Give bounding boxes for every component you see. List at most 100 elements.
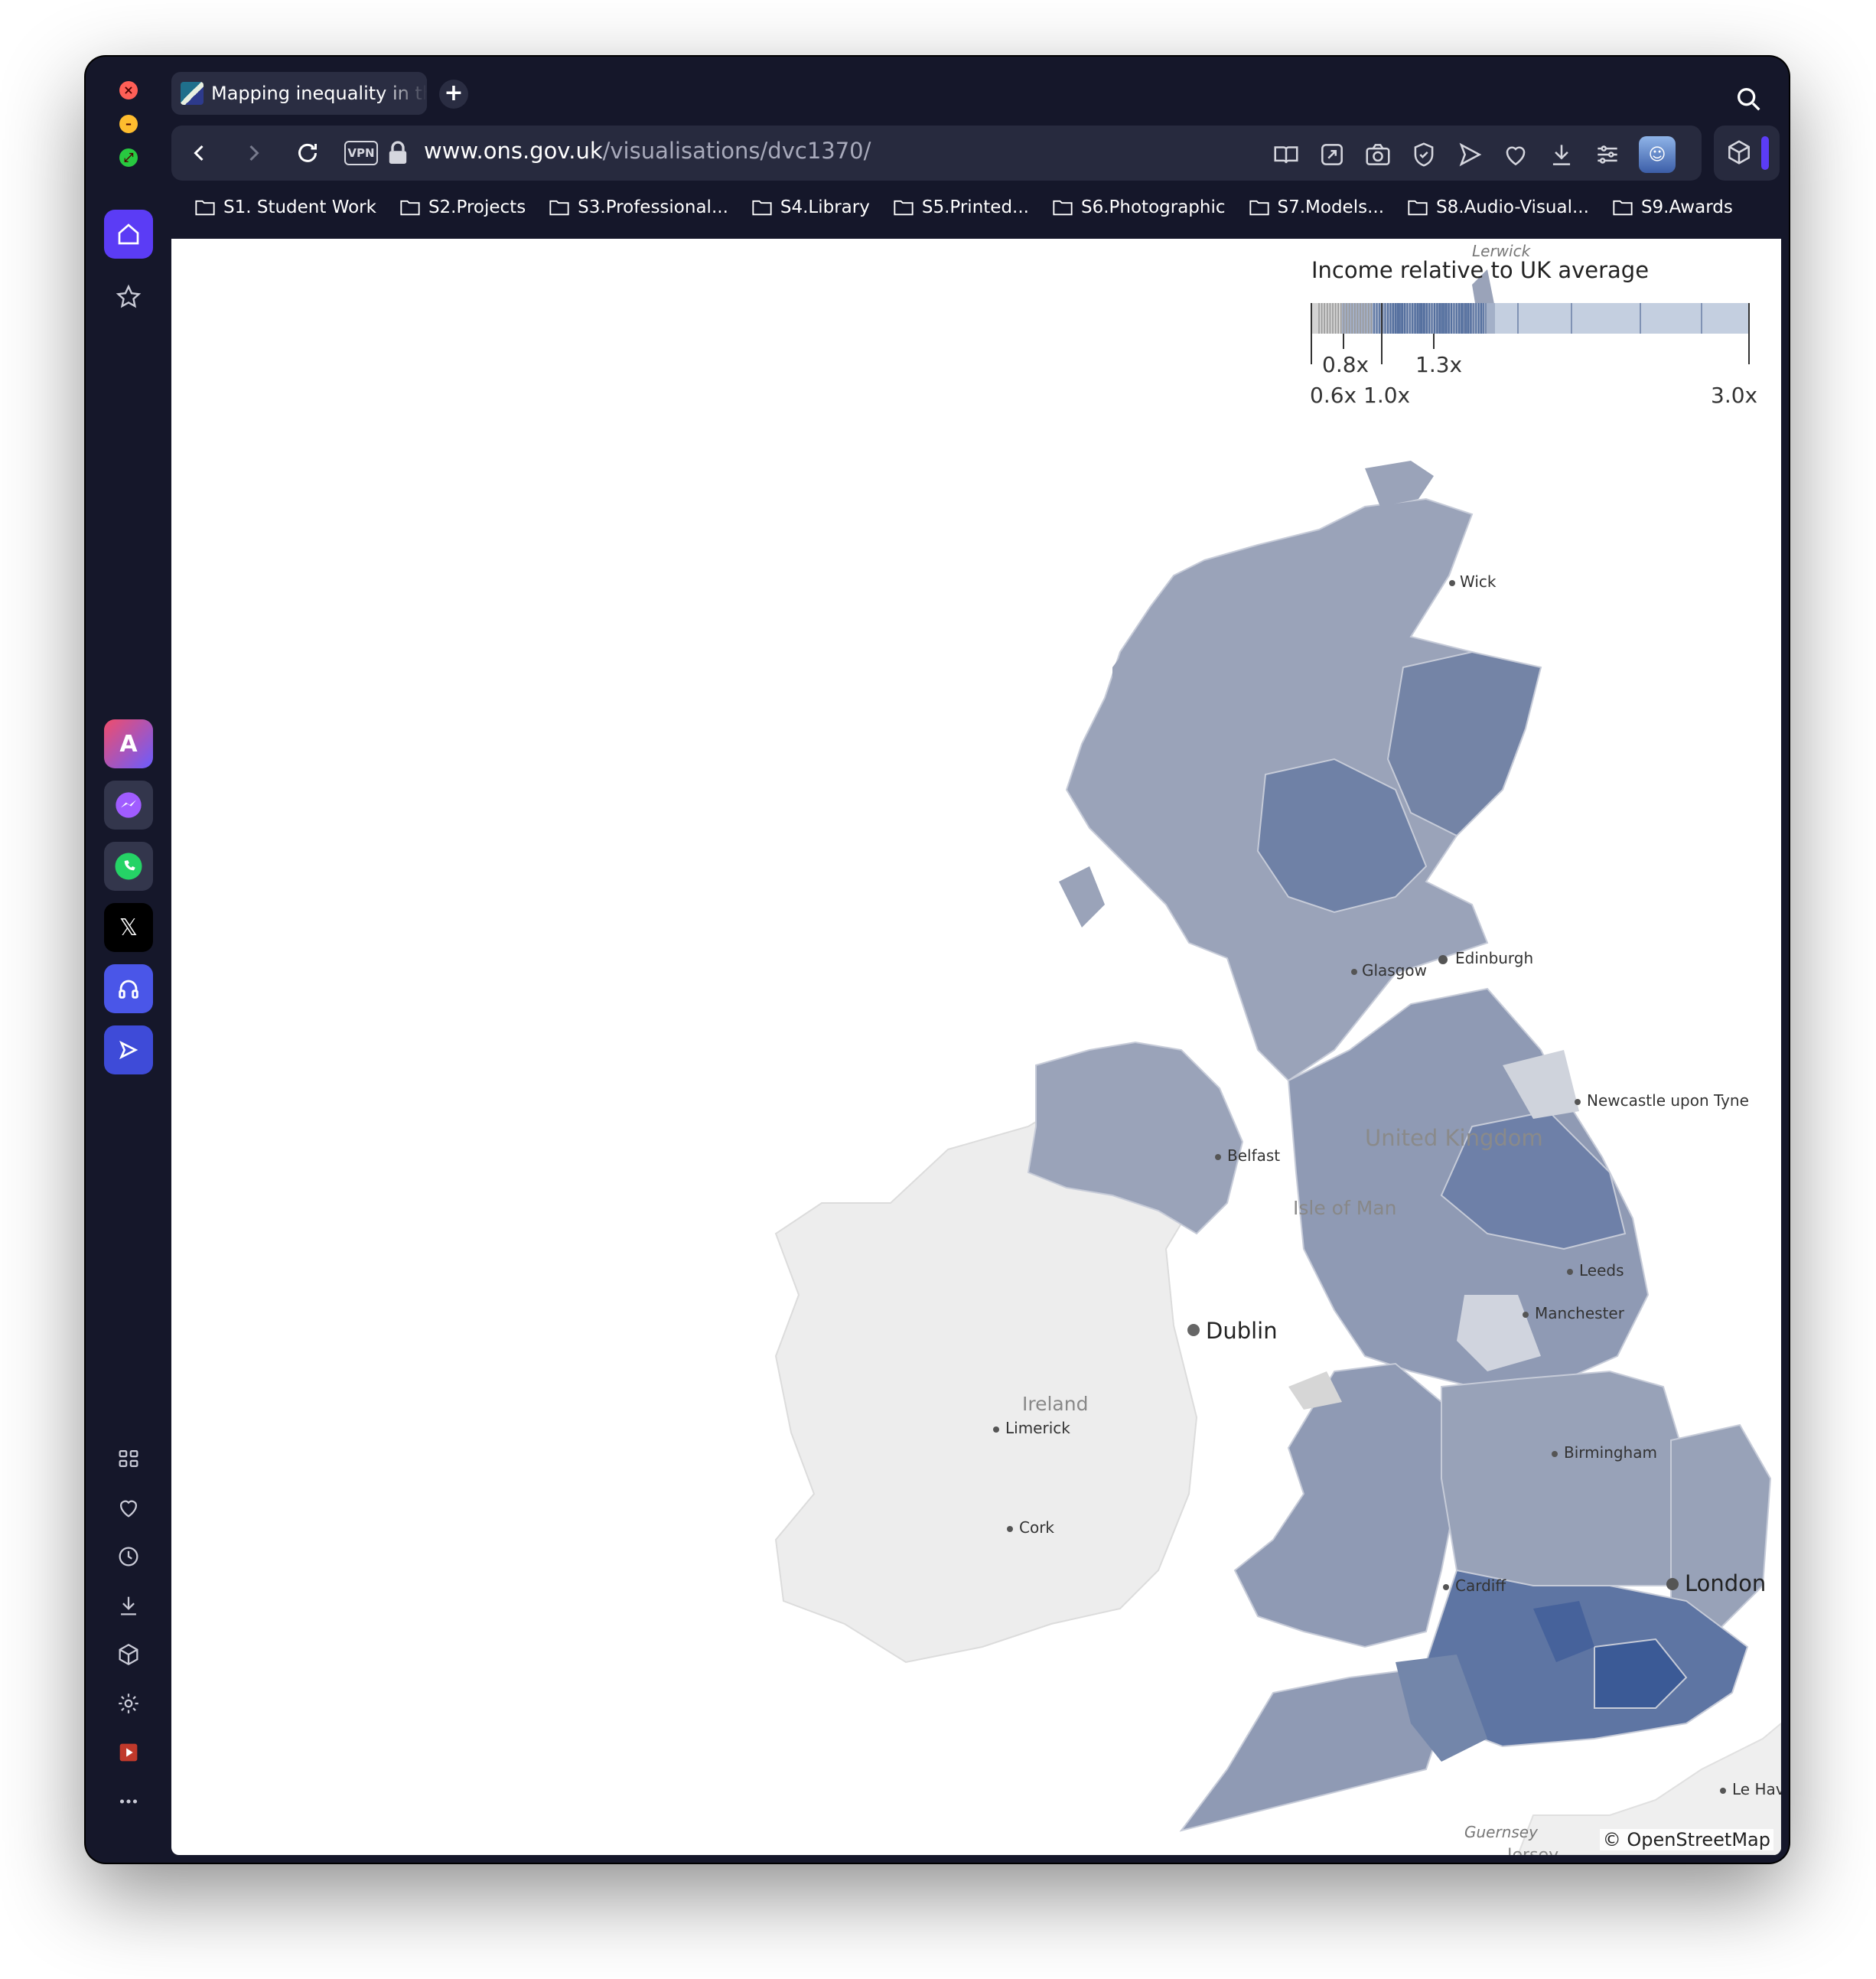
share-icon[interactable] — [1317, 140, 1347, 169]
whatsapp-icon — [104, 842, 153, 891]
legend: Income relative to UK average 0.8x 1.3x … — [1310, 257, 1763, 425]
label-le-havre: Le Havre — [1732, 1780, 1781, 1798]
choropleth-map[interactable] — [171, 239, 1781, 1855]
aberdeenshire-region — [1386, 650, 1542, 837]
label-glasgow: Glasgow — [1362, 961, 1428, 980]
dublin-dot — [1187, 1324, 1200, 1336]
settings-button[interactable] — [109, 1684, 148, 1723]
sidebar-app-x[interactable]: 𝕏 — [104, 903, 153, 952]
newcastle-dot — [1575, 1099, 1581, 1105]
map-viewport[interactable]: Income relative to UK average 0.8x 1.3x … — [171, 239, 1781, 1855]
folder-icon — [1249, 200, 1269, 216]
heart-icon[interactable] — [1501, 140, 1530, 169]
leeds-dot — [1567, 1269, 1573, 1275]
tab-search-icon[interactable] — [1734, 84, 1764, 115]
player-button[interactable] — [109, 1733, 148, 1772]
extensions-panel[interactable] — [1714, 126, 1780, 181]
browser-window: × – ⤢ A 𝕏 Mapping inequality in the + VP… — [86, 57, 1789, 1863]
reader-view-icon[interactable] — [1272, 140, 1301, 169]
downloads-button[interactable] — [109, 1586, 148, 1625]
shield-icon[interactable] — [1409, 140, 1438, 169]
folder-icon — [400, 200, 420, 216]
bookmark-label: S1. Student Work — [223, 197, 376, 217]
label-isle-of-man: Isle of Man — [1293, 1197, 1397, 1219]
legend-title: Income relative to UK average — [1311, 257, 1650, 283]
folder-icon — [195, 200, 215, 216]
aria-icon: A — [104, 719, 153, 768]
label-belfast: Belfast — [1227, 1146, 1281, 1165]
clock-icon — [119, 1547, 138, 1567]
forward-icon[interactable] — [240, 139, 268, 167]
profile-avatar[interactable]: ☺ — [1639, 136, 1676, 173]
bookmark-folder[interactable]: S9.Awards — [1612, 197, 1733, 217]
bookmark-label: S6.Photographic — [1080, 197, 1226, 217]
history-button[interactable] — [109, 1537, 148, 1576]
map-attribution[interactable]: © OpenStreetMap — [1599, 1829, 1773, 1850]
speed-dial-button[interactable] — [104, 272, 153, 321]
bookmarks-button[interactable] — [109, 1488, 148, 1527]
folder-icon — [894, 200, 914, 216]
bookmark-folder[interactable]: S3.Professional... — [549, 197, 728, 217]
label-lerwick: Lerwick — [1472, 242, 1531, 260]
lock-icon[interactable] — [387, 139, 409, 167]
folder-icon — [1408, 200, 1428, 216]
bookmark-folder[interactable]: S7.Models... — [1249, 197, 1385, 217]
legend-tick-3-0: 3.0x — [1711, 383, 1758, 408]
bookmark-label: S5.Printed... — [921, 197, 1029, 217]
toolbar: ☺ — [1272, 136, 1676, 173]
bookmarks-bar: S1. Student Work S2.Projects S3.Professi… — [171, 185, 1781, 230]
label-birmingham: Birmingham — [1564, 1443, 1657, 1462]
bookmark-folder[interactable]: S1. Student Work — [194, 197, 376, 217]
more-button[interactable] — [109, 1782, 148, 1821]
bookmark-folder[interactable]: S8.Audio-Visual... — [1407, 197, 1589, 217]
label-cork: Cork — [1019, 1518, 1055, 1537]
label-united-kingdom: United Kingdom — [1365, 1125, 1543, 1151]
bookmark-label: S7.Models... — [1277, 197, 1385, 217]
send-icon — [104, 1025, 153, 1074]
wales-region — [1233, 1362, 1458, 1648]
folder-icon — [1053, 200, 1073, 216]
cardiff-dot — [1443, 1584, 1449, 1590]
label-guernsey: Guernsey — [1464, 1823, 1538, 1841]
legend-tick-1-3: 1.3x — [1415, 352, 1463, 377]
send-to-icon[interactable] — [1455, 140, 1484, 169]
vpn-badge[interactable]: VPN — [344, 141, 378, 165]
south-west-region — [1179, 1668, 1443, 1832]
home-icon — [118, 223, 139, 245]
sidebar-app-music[interactable] — [104, 964, 153, 1013]
url-field[interactable]: www.ons.gov.uk/visualisations/dvc1370/ — [424, 138, 871, 164]
bookmark-folder[interactable]: S2.Projects — [399, 197, 526, 217]
sidebar-app-send[interactable] — [104, 1025, 153, 1074]
bookmark-folder[interactable]: S6.Photographic — [1052, 197, 1226, 217]
label-leeds: Leeds — [1579, 1261, 1624, 1280]
midlands-region — [1441, 1370, 1703, 1586]
camera-icon[interactable] — [1363, 140, 1392, 169]
x-icon: 𝕏 — [104, 903, 153, 952]
back-icon[interactable] — [185, 139, 213, 167]
label-newcastle: Newcastle upon Tyne — [1587, 1091, 1749, 1110]
bookmark-folder[interactable]: S5.Printed... — [893, 197, 1029, 217]
tab-active[interactable]: Mapping inequality in the — [171, 72, 427, 115]
easy-setup-icon[interactable] — [1593, 140, 1622, 169]
legend-tick-1-0: 1.0x — [1363, 383, 1411, 408]
sidebar-app-whatsapp[interactable] — [104, 842, 153, 891]
workspaces-button[interactable] — [109, 1439, 148, 1479]
manchester-dot — [1523, 1312, 1529, 1318]
sidebar: A 𝕏 — [86, 57, 168, 1863]
inner-hebrides — [1059, 866, 1105, 928]
extensions-button[interactable] — [109, 1635, 148, 1674]
sidebar-app-messenger[interactable] — [104, 781, 153, 830]
edinburgh-dot — [1438, 955, 1448, 964]
headphones-icon — [104, 964, 153, 1013]
cube-icon — [1728, 140, 1750, 165]
new-tab-button[interactable]: + — [439, 80, 468, 109]
home-button[interactable] — [104, 210, 153, 259]
folder-icon — [752, 200, 772, 216]
belfast-dot — [1215, 1154, 1221, 1160]
download-icon[interactable] — [1547, 140, 1576, 169]
glasgow-dot — [1351, 969, 1357, 975]
sidebar-app-aria[interactable]: A — [104, 719, 153, 768]
messenger-icon — [104, 781, 153, 830]
reload-icon[interactable] — [294, 139, 321, 167]
bookmark-folder[interactable]: S4.Library — [751, 197, 870, 217]
